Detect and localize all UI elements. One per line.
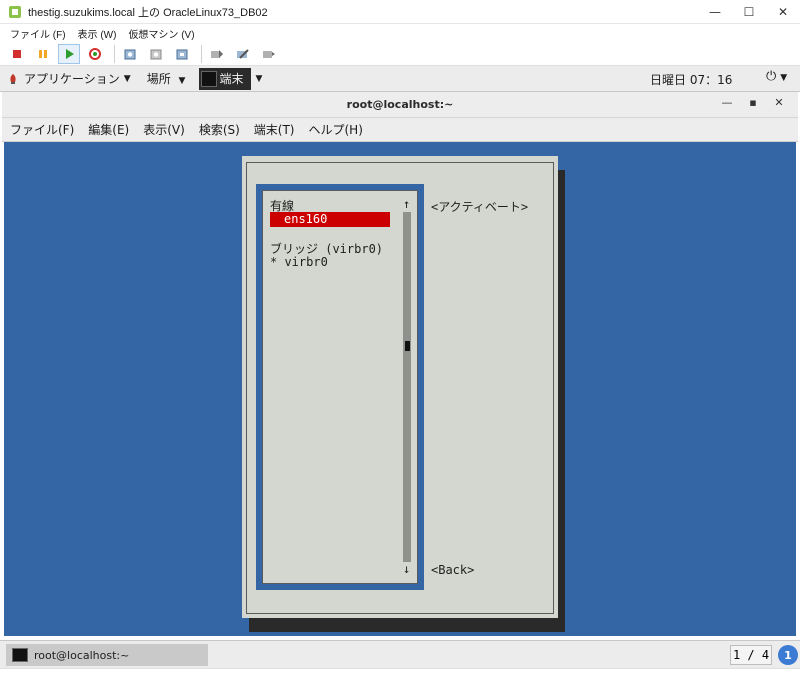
terminal-close-button[interactable]: ✕ — [766, 96, 792, 109]
applications-label: アプリケーション — [24, 72, 120, 86]
pause-button[interactable] — [32, 44, 54, 64]
devices-icon — [263, 50, 275, 58]
stop-button[interactable] — [6, 44, 28, 64]
host-status-strip — [0, 668, 800, 684]
scrollbar-thumb[interactable] — [405, 341, 410, 351]
applications-icon — [10, 73, 16, 84]
revert-button[interactable] — [145, 44, 167, 64]
host-title-bar: thestig.suzukims.local 上の OracleLinux73_… — [0, 0, 800, 24]
minimize-button[interactable]: — — [698, 0, 732, 24]
terminal-title-bar: root@localhost:~ — ▪ ✕ — [2, 92, 798, 118]
taskbar-window-item[interactable]: root@localhost:~ — [6, 644, 208, 666]
taskbar-window-label: root@localhost:~ — [34, 648, 130, 662]
applications-menu[interactable]: アプリケーション ▼ — [8, 70, 131, 87]
vmware-app-icon — [9, 5, 21, 18]
maximize-button[interactable]: ☐ — [732, 0, 766, 24]
chevron-down-icon[interactable]: ▼ — [255, 74, 262, 84]
play-icon — [66, 48, 74, 59]
terminal-app-menu[interactable]: 端末 — [199, 67, 252, 90]
gnome-top-bar: アプリケーション ▼ 場所 ▼ 端末 ▼ 日曜日 07：16 ⏻ ▼ — [0, 66, 800, 92]
revert-icon — [150, 49, 162, 59]
scroll-down-arrow[interactable]: ↓ — [403, 562, 410, 576]
stop-icon — [13, 49, 21, 58]
toolbar-separator — [114, 44, 115, 63]
activate-button[interactable]: <アクティベート> — [431, 198, 528, 215]
host-menu-file[interactable]: ファイル (F) — [10, 26, 66, 41]
chevron-down-icon: ▼ — [123, 73, 131, 84]
places-menu[interactable]: 場所 ▼ — [147, 70, 186, 87]
terminal-menu-help[interactable]: ヘルプ(H) — [309, 121, 363, 138]
chevron-down-icon: ▼ — [178, 76, 186, 86]
pause-icon — [39, 49, 47, 58]
reset-icon — [89, 47, 101, 60]
places-label: 場所 — [146, 72, 171, 86]
list-item[interactable]: * virbr0 — [270, 255, 328, 269]
scrollbar[interactable] — [403, 212, 411, 562]
host-menu-vm[interactable]: 仮想マシン (V) — [128, 26, 194, 41]
chevron-down-icon: ▼ — [780, 73, 788, 83]
back-button[interactable]: <Back> — [431, 563, 474, 577]
host-menu-bar: ファイル (F) 表示 (W) 仮想マシン (V) — [0, 24, 800, 42]
snapshot-manager-icon — [176, 49, 188, 59]
terminal-window-controls: — ▪ ✕ — [714, 96, 792, 109]
edit-settings-button[interactable] — [232, 44, 254, 64]
host-window-title: thestig.suzukims.local 上の OracleLinux73_… — [28, 6, 268, 19]
terminal-icon — [12, 648, 28, 662]
terminal-menu-edit[interactable]: 編集(E) — [88, 121, 129, 138]
play-button[interactable] — [58, 43, 80, 64]
power-icon[interactable]: ⏻ ▼ — [766, 69, 787, 84]
terminal-menu-search[interactable]: 検索(S) — [199, 121, 240, 138]
reset-button[interactable] — [84, 44, 106, 64]
host-menu-view[interactable]: 表示 (W) — [78, 26, 117, 41]
send-keys-icon — [211, 49, 223, 58]
snapshot-icon — [124, 49, 136, 59]
edit-settings-icon — [237, 48, 249, 59]
terminal-menu-bar: ファイル(F) 編集(E) 表示(V) 検索(S) 端末(T) ヘルプ(H) — [2, 118, 798, 142]
terminal-minimize-button[interactable]: — — [714, 96, 740, 109]
terminal-menu-file[interactable]: ファイル(F) — [10, 121, 74, 138]
close-button[interactable]: ✕ — [766, 0, 800, 24]
window-controls: — ☐ ✕ — [698, 0, 800, 24]
power-glyph: ⏻ — [766, 69, 777, 84]
snapshot-manager-button[interactable] — [171, 44, 193, 64]
terminal-icon — [201, 70, 218, 87]
scroll-up-arrow[interactable]: ↑ — [403, 197, 410, 211]
terminal-menu-view[interactable]: 表示(V) — [143, 121, 185, 138]
terminal-menu-terminal[interactable]: 端末(T) — [254, 121, 295, 138]
host-toolbar — [0, 42, 800, 66]
list-item-selected[interactable]: ens160 — [270, 212, 390, 227]
notification-badge[interactable]: 1 — [778, 645, 798, 665]
terminal-window-title: root@localhost:~ — [346, 98, 454, 111]
terminal-app-label: 端末 — [219, 72, 244, 86]
devices-button[interactable] — [258, 44, 280, 64]
bottom-taskbar: root@localhost:~ 1 / 4 1 — [0, 640, 800, 668]
send-keys-button[interactable] — [206, 44, 228, 64]
snapshot-button[interactable] — [119, 44, 141, 64]
toolbar-separator — [201, 44, 202, 63]
terminal-maximize-button[interactable]: ▪ — [740, 96, 766, 109]
clock[interactable]: 日曜日 07：16 — [650, 71, 732, 88]
workspace-indicator[interactable]: 1 / 4 — [730, 645, 772, 665]
